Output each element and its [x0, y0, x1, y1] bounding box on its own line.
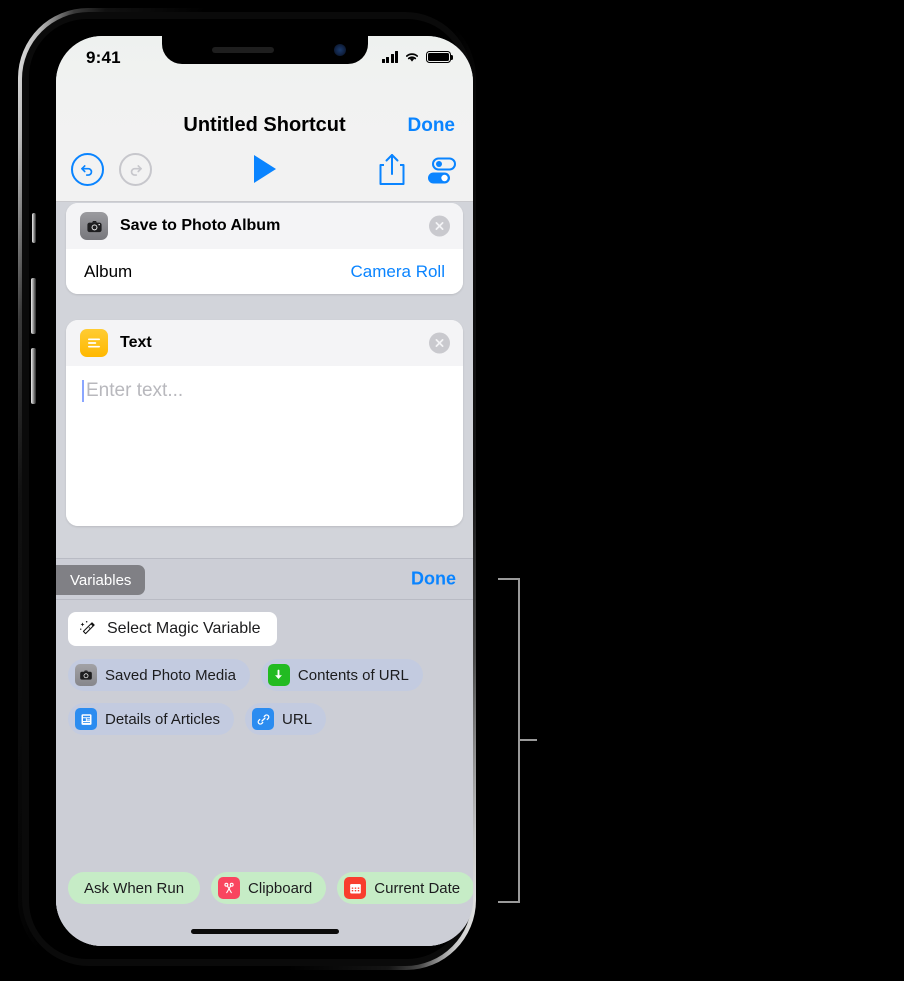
- remove-action-button[interactable]: [429, 215, 450, 237]
- annotation-bracket: [498, 578, 520, 903]
- iphone-device-frame: Untitled Shortcut Done Save to Photo Alb…: [18, 8, 476, 970]
- variable-chip-label: URL: [282, 710, 313, 728]
- variable-chip-ask-when-run[interactable]: Ask When Run: [68, 872, 201, 904]
- select-magic-variable-button[interactable]: Select Magic Variable: [68, 612, 277, 646]
- device-notch: [161, 36, 368, 64]
- phone-screen: Untitled Shortcut Done Save to Photo Alb…: [56, 36, 473, 946]
- magic-variable-chip-row-2: Details of Articles URL: [56, 703, 473, 735]
- magic-variable-label: Select Magic Variable: [107, 620, 261, 637]
- special-variable-chip-row: Ask When Run Clipboard Current Date: [56, 872, 473, 904]
- editor-toolbar: [56, 144, 473, 202]
- magic-wand-icon: [77, 618, 99, 640]
- redo-button[interactable]: [119, 153, 152, 186]
- variable-chip-saved-photo-media[interactable]: Saved Photo Media: [68, 659, 250, 691]
- variable-chip-label: Saved Photo Media: [105, 666, 236, 684]
- calendar-icon: [344, 877, 367, 899]
- card-spacer: [56, 294, 473, 320]
- screenshot-stage: Untitled Shortcut Done Save to Photo Alb…: [0, 0, 904, 981]
- run-shortcut-button[interactable]: [253, 155, 276, 183]
- variable-chip-label: Ask When Run: [84, 879, 185, 897]
- volume-up-button[interactable]: [31, 278, 36, 334]
- action-card-text[interactable]: Text Enter text...: [66, 320, 463, 526]
- front-camera: [333, 44, 346, 56]
- shortcut-settings-button[interactable]: [425, 157, 457, 185]
- share-up-arrow-icon: [379, 154, 405, 185]
- shortcut-actions-list[interactable]: Save to Photo Album Album Camera Roll Te…: [56, 203, 473, 946]
- variables-accessory-bar: Variables Done: [56, 558, 473, 600]
- action-card-save-to-photo-album[interactable]: Save to Photo Album Album Camera Roll: [66, 203, 463, 294]
- variable-chip-current-date[interactable]: Current Date: [337, 872, 473, 904]
- undo-button[interactable]: [71, 153, 104, 186]
- scissors-icon: [218, 877, 241, 899]
- toggle-sliders-icon: [428, 157, 456, 184]
- action-title: Text: [120, 334, 152, 351]
- variables-tab[interactable]: Variables: [56, 565, 146, 595]
- variable-chip-label: Details of Articles: [105, 710, 221, 728]
- magic-variable-row: Select Magic Variable: [56, 600, 473, 659]
- close-circle-icon: [435, 339, 444, 347]
- share-button[interactable]: [377, 152, 407, 188]
- nav-done-button[interactable]: Done: [408, 115, 456, 137]
- home-indicator[interactable]: [190, 929, 339, 934]
- text-lines-icon: [80, 329, 108, 357]
- camera-icon: [80, 212, 108, 240]
- variable-picker-panel: Select Magic Variable Saved Photo Media …: [56, 600, 473, 946]
- variable-chip-url[interactable]: URL: [245, 703, 327, 735]
- remove-action-button[interactable]: [429, 332, 450, 354]
- variable-chip-clipboard[interactable]: Clipboard: [211, 872, 327, 904]
- camera-icon: [75, 664, 97, 686]
- text-input-area[interactable]: Enter text...: [66, 366, 463, 526]
- parameter-label: Album: [84, 261, 133, 281]
- download-arrow-icon: [267, 664, 290, 686]
- annotation-bracket-tick: [518, 739, 537, 741]
- article-icon: [75, 708, 97, 730]
- parameter-value[interactable]: Camera Roll: [351, 262, 445, 282]
- text-cursor: [82, 380, 84, 402]
- action-card-header[interactable]: Save to Photo Album: [66, 203, 463, 249]
- action-title: Save to Photo Album: [120, 217, 281, 234]
- variable-chip-contents-of-url[interactable]: Contents of URL: [260, 659, 423, 691]
- close-circle-icon: [435, 222, 444, 230]
- earpiece-speaker: [211, 47, 274, 53]
- silent-switch[interactable]: [32, 213, 36, 243]
- text-placeholder: Enter text...: [86, 380, 184, 401]
- redo-arrow-icon: [130, 165, 142, 176]
- variable-chip-label: Contents of URL: [297, 666, 409, 684]
- undo-arrow-icon: [81, 165, 93, 176]
- keyboard-done-button[interactable]: Done: [411, 569, 456, 590]
- variable-chip-label: Current Date: [374, 879, 461, 897]
- volume-down-button[interactable]: [31, 348, 36, 404]
- magic-variable-chip-row-1: Saved Photo Media Contents of URL: [56, 659, 473, 691]
- action-card-header[interactable]: Text: [66, 320, 463, 366]
- variable-chip-details-of-articles[interactable]: Details of Articles: [68, 703, 235, 735]
- variable-chip-label: Clipboard: [248, 879, 313, 897]
- link-icon: [252, 708, 275, 730]
- action-parameter-row-album[interactable]: Album Camera Roll: [66, 249, 463, 294]
